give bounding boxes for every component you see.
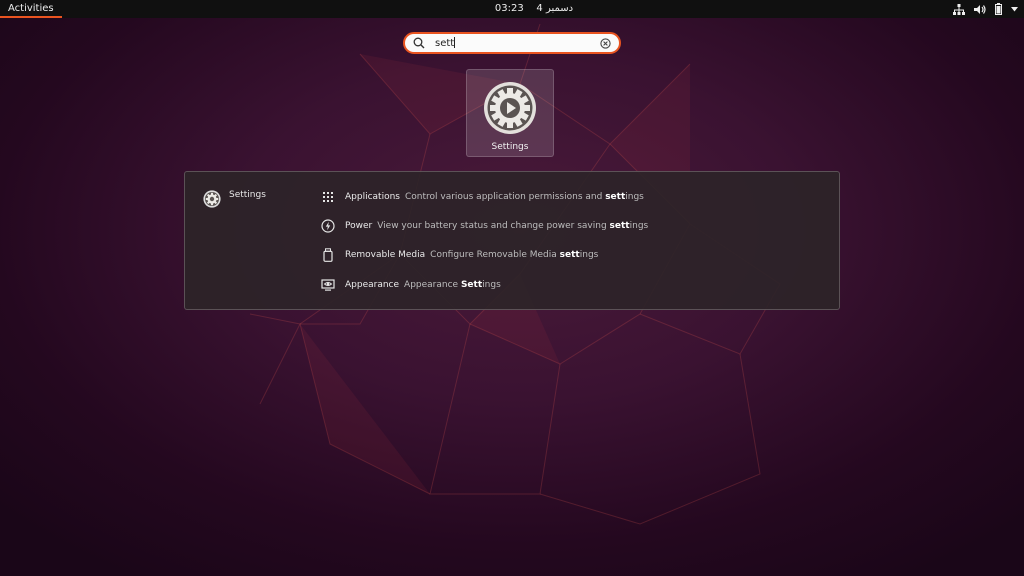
- appearance-icon: [321, 279, 335, 291]
- search-value: sett: [435, 38, 455, 49]
- system-tray[interactable]: [953, 0, 1018, 18]
- activities-button[interactable]: Activities: [0, 0, 62, 18]
- removable-media-icon: [323, 248, 333, 262]
- app-grid-icon: [323, 192, 333, 202]
- result-description: Control various application permissions …: [404, 192, 644, 202]
- provider-settings[interactable]: Settings: [203, 189, 266, 208]
- result-description: Appearance Settings: [404, 280, 501, 290]
- search-icon: [413, 37, 425, 49]
- volume-icon[interactable]: [974, 4, 986, 15]
- result-description: View your battery status and change powe…: [377, 221, 649, 231]
- clock-date: 4 دسمبر: [536, 3, 574, 14]
- power-icon: [321, 219, 335, 233]
- app-result-settings[interactable]: Settings: [466, 69, 554, 157]
- result-title: Power: [345, 221, 373, 231]
- result-item-removable-media[interactable]: Removable Media Configure Removable Medi…: [321, 246, 598, 264]
- network-icon[interactable]: [953, 3, 965, 15]
- search-text[interactable]: sett: [435, 37, 600, 49]
- result-title: Removable Media: [345, 250, 426, 260]
- clock-button[interactable]: 03:23 4 دسمبر: [474, 0, 594, 18]
- search-results-panel: Settings Applications Control various ap…: [184, 171, 840, 310]
- settings-gear-icon: [203, 190, 221, 208]
- battery-icon[interactable]: [995, 3, 1002, 15]
- settings-gear-icon: [484, 82, 536, 134]
- menu-arrow-icon[interactable]: [1011, 6, 1018, 12]
- search-input[interactable]: sett: [403, 32, 621, 54]
- result-title: Appearance: [345, 280, 400, 290]
- provider-label: Settings: [229, 190, 266, 200]
- result-title: Applications: [345, 192, 400, 202]
- text-caret: [454, 37, 456, 48]
- clear-search-icon[interactable]: [600, 37, 611, 49]
- result-item-appearance[interactable]: Appearance Appearance Settings: [321, 276, 501, 294]
- result-description: Configure Removable Media settings: [430, 250, 599, 260]
- top-bar: Activities 03:23 4 دسمبر: [0, 0, 1024, 18]
- result-item-power[interactable]: Power View your battery status and chang…: [321, 217, 648, 235]
- result-item-applications[interactable]: Applications Control various application…: [321, 188, 644, 206]
- app-label: Settings: [491, 142, 529, 152]
- clock-time: 03:23: [494, 3, 524, 14]
